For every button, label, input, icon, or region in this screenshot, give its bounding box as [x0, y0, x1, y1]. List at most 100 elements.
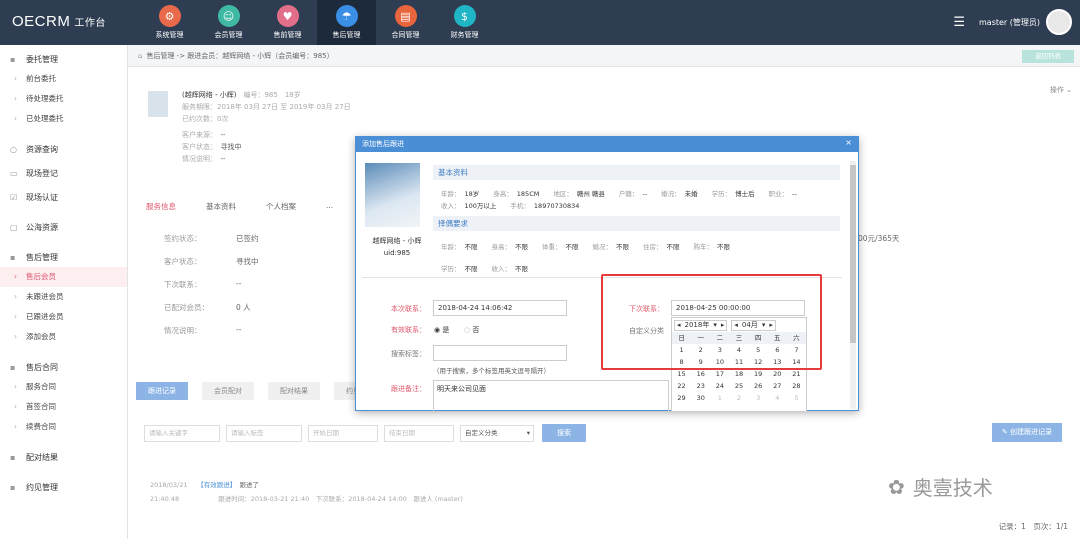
sidebar-item[interactable]: ▢ 公海资源	[0, 217, 127, 237]
ops-label[interactable]: 操作 ⌄	[1050, 85, 1072, 95]
top-bar: OECRM 工作台 ⚙ 系统管理 ☺ 会员管理 ♥ 售前管理 ☂ 售后管理 ▤ 合同管理 $ 财务管理 …	[0, 0, 1080, 45]
nav-label: 合同管理	[391, 31, 420, 39]
calendar-day[interactable]: 27	[768, 380, 787, 392]
heart-icon: ♥	[276, 5, 299, 27]
sidebar-item[interactable]: › 已跟进会员	[0, 307, 127, 327]
info-key: 地区：	[553, 190, 573, 198]
calendar-day[interactable]: 28	[787, 380, 806, 392]
sidebar-item[interactable]: ☑ 现场认证	[0, 187, 127, 207]
menu-icon[interactable]: ☰	[953, 15, 965, 30]
sidebar-item-label: 服务合同	[26, 382, 56, 391]
action-button-2[interactable]: 配对结果	[268, 382, 320, 400]
nav-item[interactable]: ☂ 售后管理	[317, 0, 376, 45]
sidebar-group[interactable]: ▪ 委托管理	[0, 49, 127, 69]
sidebar-item-label: 公海资源	[26, 222, 58, 232]
calendar-day[interactable]: 25	[729, 380, 748, 392]
chevron-right-icon: ›	[14, 272, 17, 281]
info-key: 身高：	[491, 243, 512, 251]
search-tag-label: 搜索标签：	[391, 350, 426, 358]
calendar-day[interactable]: 29	[672, 392, 691, 404]
info-value: 博士后	[735, 190, 755, 198]
app-logo[interactable]: OECRM 工作台	[12, 13, 106, 30]
valid-no-radio[interactable]: ○ 否	[464, 325, 479, 335]
modal-scrollbar[interactable]	[850, 161, 856, 409]
price-partial: 00元/365天	[858, 234, 900, 243]
finance-icon: $	[453, 5, 476, 27]
this-contact-input[interactable]: 2018-04-24 14:06:42	[433, 300, 567, 316]
user-name[interactable]: master (管理员)	[979, 17, 1040, 28]
sidebar-item[interactable]: ○ 资源查询	[0, 139, 127, 159]
sidebar-item[interactable]: › 已处理委托	[0, 109, 127, 129]
nav-item[interactable]: ▤ 合同管理	[376, 0, 435, 45]
action-button-0[interactable]: 跟进记录	[136, 382, 188, 400]
sidebar-item[interactable]: › 前台委托	[0, 69, 127, 89]
calendar-day[interactable]: 5	[787, 392, 806, 404]
note-label: 跟进备注：	[391, 385, 426, 393]
calendar-day[interactable]: 2	[729, 392, 748, 404]
tab-0[interactable]: 服务信息	[146, 201, 176, 212]
nav-item[interactable]: $ 财务管理	[435, 0, 494, 45]
avatar[interactable]	[1046, 9, 1072, 35]
nav-label: 系统管理	[155, 31, 184, 39]
sidebar-item-label: 已处理委托	[26, 114, 64, 123]
valid-yes-radio[interactable]: ◉ 是	[434, 325, 449, 335]
tab-2[interactable]: 个人档案	[266, 201, 296, 212]
start-date-input[interactable]: 开始日期	[308, 424, 378, 442]
home-icon[interactable]: ⌂	[138, 52, 142, 60]
info-value: 赣州 赣县	[576, 190, 605, 198]
tag-input[interactable]: 请输入标签	[226, 424, 302, 442]
pager: 记录：1 页次：1/1	[998, 522, 1068, 531]
umbrella-icon: ☂	[335, 5, 358, 27]
user-icon: ☺	[217, 5, 240, 27]
tab-3[interactable]: ...	[326, 201, 333, 212]
sidebar-item[interactable]: › 首签合同	[0, 397, 127, 417]
nav-item[interactable]: ☺ 会员管理	[199, 0, 258, 45]
chevron-right-icon: ›	[14, 74, 17, 83]
field-label: 签约状态：	[164, 234, 202, 243]
calendar-day[interactable]: 23	[691, 380, 710, 392]
detail-tabs: 服务信息 基本资料 个人档案...	[146, 201, 363, 212]
calendar-day[interactable]: 4	[768, 392, 787, 404]
sidebar-group[interactable]: ▪ 售后管理	[0, 247, 127, 267]
sidebar-item[interactable]: › 待处理委托	[0, 89, 127, 109]
action-button-1[interactable]: 会员配对	[202, 382, 254, 400]
basic-row-2: 收入： 100万以上 手机： 18970730834	[441, 200, 593, 210]
sidebar-item[interactable]: › 续费合同	[0, 417, 127, 437]
scroll-thumb[interactable]	[850, 165, 856, 343]
tag-hint: （用于搜索，多个标签用英文逗号隔开）	[433, 367, 550, 375]
back-to-list-button[interactable]: 返回列表	[1022, 50, 1074, 63]
calendar-day[interactable]: 22	[672, 380, 691, 392]
delegate-icon: ▪	[10, 54, 16, 64]
nav-item[interactable]: ♥ 售前管理	[258, 0, 317, 45]
close-icon[interactable]: ×	[845, 138, 852, 147]
field-value: 0 人	[236, 303, 251, 312]
calendar-day[interactable]: 1	[710, 392, 729, 404]
calendar-day[interactable]: 3	[749, 392, 768, 404]
match-icon: ▪	[10, 452, 16, 462]
search-button[interactable]: 搜索	[542, 424, 586, 442]
create-record-button[interactable]: ✎ 创建跟进记录	[991, 423, 1062, 442]
sidebar-item-label: 已跟进会员	[26, 312, 64, 321]
calendar-day[interactable]: 26	[749, 380, 768, 392]
sidebar-group[interactable]: ▪ 约见管理	[0, 477, 127, 497]
end-date-input[interactable]: 结束日期	[384, 424, 454, 442]
calendar-day[interactable]: 30	[691, 392, 710, 404]
sidebar-item[interactable]: › 售后会员	[0, 267, 127, 287]
note-textarea[interactable]: 明天来公司见面	[433, 380, 669, 412]
keyword-input[interactable]: 请输入关键字	[144, 424, 220, 442]
valid-contact-label: 有效联系：	[391, 326, 426, 334]
sidebar-item[interactable]: › 添加会员	[0, 327, 127, 347]
sidebar-item[interactable]: › 未跟进会员	[0, 287, 127, 307]
field-value: 已签约	[236, 234, 259, 243]
sidebar-group[interactable]: ▪ 售后合同	[0, 357, 127, 377]
sidebar-item[interactable]: ▭ 现场登记	[0, 163, 127, 183]
category-select[interactable]: 自定义分类 ▾	[460, 424, 534, 442]
sidebar-item[interactable]: › 服务合同	[0, 377, 127, 397]
req-row-2: 学历： 不限 收入： 不限	[441, 263, 542, 273]
sidebar-group[interactable]: ▪ 配对结果	[0, 447, 127, 467]
nav-item[interactable]: ⚙ 系统管理	[140, 0, 199, 45]
calendar-day[interactable]: 24	[710, 380, 729, 392]
tab-1[interactable]: 基本资料	[206, 201, 236, 212]
search-tag-input[interactable]	[433, 345, 567, 361]
pencil-icon: ✎	[1001, 428, 1008, 436]
